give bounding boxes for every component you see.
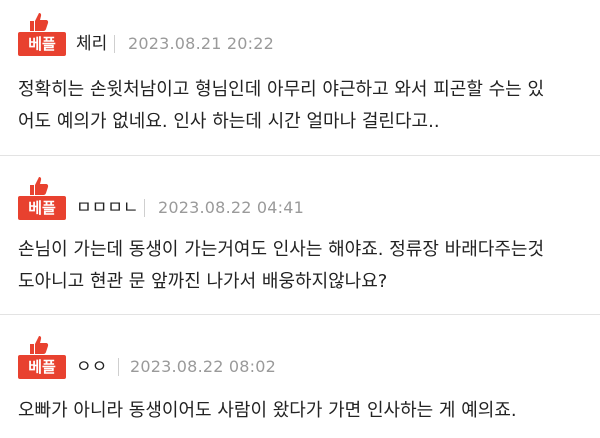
comment-text: 손님이 가는데 동생이 가는거여도 인사는 해야죠. 정류장 바래다주는것 도아… (18, 234, 588, 298)
comment-author[interactable]: 체리 (76, 32, 107, 56)
best-badge-label: 베플 (18, 196, 66, 220)
comment-header: 베플 ㅁㅁㅁㄴ 2023.08.22 04:41 (18, 176, 578, 220)
thumbs-up-icon (30, 336, 49, 354)
comment-header: 베플 ㅇㅇ 2023.08.22 08:02 (18, 335, 578, 379)
best-comment-badge: 베플 (18, 335, 66, 379)
comment-header: 베플 체리 2023.08.21 20:22 (18, 12, 578, 56)
header-divider (144, 199, 145, 217)
header-divider (118, 358, 119, 376)
best-badge-label: 베플 (18, 355, 66, 379)
best-comment-badge: 베플 (18, 12, 66, 56)
comment-date: 2023.08.22 08:02 (130, 357, 277, 376)
comment-text: 오빠가 아니라 동생이어도 사람이 왔다가 가면 인사하는 게 예의죠. (18, 395, 588, 427)
comment-author[interactable]: ㅇㅇ (76, 355, 107, 379)
comment-text-line: 어도 예의가 없네요. 인사 하는데 시간 얼마나 걸린다고.. (18, 111, 440, 132)
comment-text-line: 오빠가 아니라 동생이어도 사람이 왔다가 가면 인사하는 게 예의죠. (18, 400, 517, 421)
thumbs-up-icon (30, 177, 49, 195)
comment-item: 베플 체리 2023.08.21 20:22 정확히는 손윗처남이고 형님인데 … (0, 0, 600, 155)
comment-date: 2023.08.22 04:41 (158, 198, 305, 217)
header-divider (114, 35, 115, 53)
comment-item: 베플 ㅇㅇ 2023.08.22 08:02 오빠가 아니라 동생이어도 사람이… (0, 315, 600, 438)
best-badge-label: 베플 (18, 32, 66, 56)
comment-text-line: 도아니고 현관 문 앞까진 나가서 배웅하지않나요? (18, 271, 388, 292)
comment-text-line: 정확히는 손윗처남이고 형님인데 아무리 야근하고 와서 피곤할 수는 있 (18, 79, 545, 100)
comment-item: 베플 ㅁㅁㅁㄴ 2023.08.22 04:41 손님이 가는데 동생이 가는거… (0, 156, 600, 314)
comment-text-line: 손님이 가는데 동생이 가는거여도 인사는 해야죠. 정류장 바래다주는것 (18, 239, 545, 260)
comment-date: 2023.08.21 20:22 (128, 34, 275, 53)
thumbs-up-icon (30, 13, 49, 31)
comment-text: 정확히는 손윗처남이고 형님인데 아무리 야근하고 와서 피곤할 수는 있 어도… (18, 74, 588, 138)
best-comment-badge: 베플 (18, 176, 66, 220)
comment-author[interactable]: ㅁㅁㅁㄴ (76, 196, 139, 220)
